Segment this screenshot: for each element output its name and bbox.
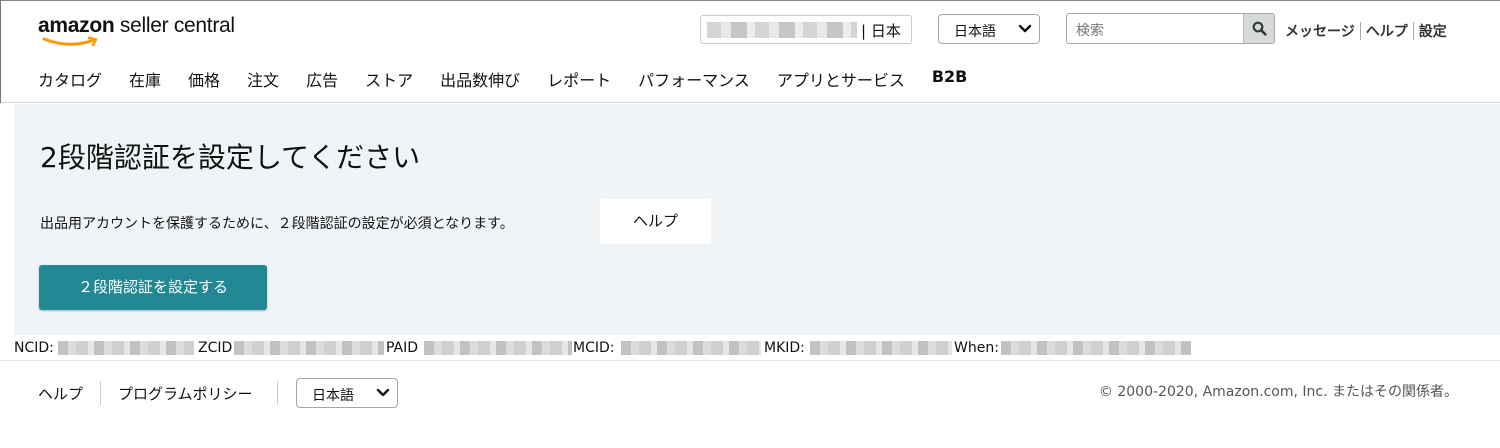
nav-item-apps-services[interactable]: アプリとサービス	[777, 67, 905, 90]
marketplace-switcher[interactable]: | 日本	[700, 15, 912, 44]
marketplace-label: | 日本	[861, 22, 901, 40]
page-title: 2段階認証を設定してください	[40, 141, 421, 174]
footer-language-select-value: 日本語	[312, 388, 354, 404]
nav-item-b2b[interactable]: B2B	[932, 67, 968, 89]
redacted-mkid	[810, 341, 952, 355]
nav-item-pricing[interactable]: 価格	[188, 67, 220, 90]
search-box: 検索	[1066, 13, 1275, 44]
language-select[interactable]: 日本語	[938, 14, 1040, 44]
search-input[interactable]: 検索	[1076, 20, 1104, 40]
redacted-mcid	[621, 341, 761, 355]
logo-text: amazon seller central	[38, 14, 235, 38]
nav-item-performance[interactable]: パフォーマンス	[638, 67, 750, 90]
top-header: amazon seller central | 日本 日本語 検索 メッセージ …	[0, 0, 1500, 103]
nav-item-orders[interactable]: 注文	[247, 67, 279, 90]
nav-item-catalog[interactable]: カタログ	[38, 67, 102, 90]
help-link[interactable]: ヘルプ	[1366, 21, 1408, 41]
amazon-smile-icon	[42, 36, 98, 47]
mcid-label: MCID:	[573, 340, 615, 356]
page-description: 出品用アカウントを保護するために、２段階認証の設定が必須となります。	[40, 216, 514, 232]
logo-seller-central-text: seller central	[114, 14, 235, 37]
copyright-text: © 2000-2020, Amazon.com, Inc. またはその関係者。	[1098, 384, 1458, 400]
nav-item-advertising[interactable]: 広告	[306, 67, 338, 90]
mkid-label: MKID:	[764, 340, 805, 356]
when-label: When:	[954, 340, 999, 356]
footer-divider	[0, 360, 1500, 361]
redacted-account-name	[707, 22, 857, 38]
redacted-zcid	[234, 341, 384, 355]
ncid-label: NCID:	[14, 340, 54, 356]
footer-program-policy-link[interactable]: プログラムポリシー	[118, 383, 253, 404]
search-button[interactable]	[1243, 14, 1274, 43]
paid-label: PAID	[386, 340, 419, 356]
redacted-ncid	[58, 341, 194, 355]
help-button[interactable]: ヘルプ	[600, 199, 711, 244]
logo-amazon-text: amazon	[38, 14, 115, 37]
footer-divider-line	[277, 381, 278, 405]
redacted-paid	[424, 341, 572, 355]
footer-help-link[interactable]: ヘルプ	[38, 383, 83, 404]
messages-link[interactable]: メッセージ	[1285, 21, 1355, 41]
two-step-verification-panel: 2段階認証を設定してください 出品用アカウントを保護するために、２段階認証の設定…	[14, 104, 1500, 335]
nav-item-growth[interactable]: 出品数伸び	[440, 67, 520, 90]
link-divider	[1359, 22, 1361, 40]
redacted-when	[1001, 341, 1191, 355]
chevron-down-icon	[1018, 24, 1032, 33]
setup-two-step-verification-button[interactable]: ２段階認証を設定する	[39, 265, 267, 310]
window-top-border	[0, 0, 1500, 1]
footer-language-select[interactable]: 日本語	[296, 378, 398, 408]
seller-central-logo[interactable]: amazon seller central	[38, 14, 248, 48]
chevron-down-icon	[376, 388, 390, 397]
nav-item-reports[interactable]: レポート	[547, 67, 611, 90]
language-select-value: 日本語	[954, 24, 996, 40]
header-links: メッセージ ヘルプ 設定	[1285, 21, 1447, 41]
link-divider	[1412, 22, 1414, 40]
nav-item-inventory[interactable]: 在庫	[129, 67, 161, 90]
zcid-label: ZCID	[198, 340, 233, 356]
nav-item-stores[interactable]: ストア	[365, 67, 413, 90]
search-icon	[1252, 21, 1267, 36]
settings-link[interactable]: 設定	[1419, 21, 1447, 41]
footer-divider-line	[100, 381, 101, 405]
main-nav: カタログ 在庫 価格 注文 広告 ストア 出品数伸び レポート パフォーマンス …	[38, 67, 994, 90]
window-left-border	[0, 0, 1, 103]
